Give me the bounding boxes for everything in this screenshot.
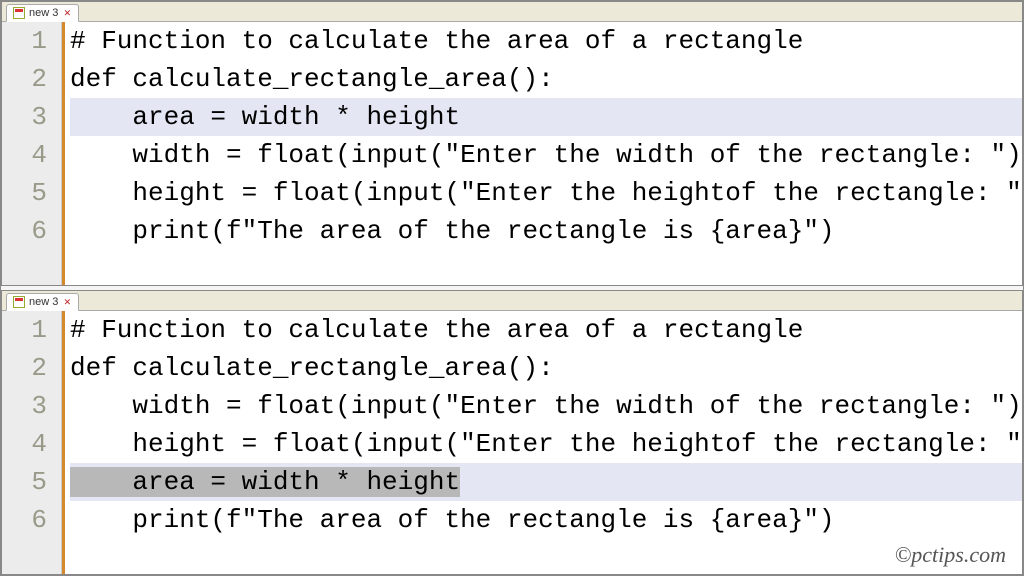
- code-line[interactable]: def calculate_rectangle_area():: [70, 349, 1022, 387]
- code-line[interactable]: # Function to calculate the area of a re…: [70, 311, 1022, 349]
- code-line[interactable]: width = float(input("Enter the width of …: [70, 387, 1022, 425]
- code-line[interactable]: print(f"The area of the rectangle is {ar…: [70, 501, 1022, 539]
- line-number-gutter: 123456: [2, 311, 62, 574]
- line-number-gutter: 123456: [2, 22, 62, 285]
- line-number: 4: [16, 425, 47, 463]
- editor-pane-bottom: new 3 ✕ 123456 # Function to calculate t…: [1, 290, 1023, 575]
- code-line[interactable]: area = width * height: [70, 463, 1022, 501]
- line-number: 3: [16, 387, 47, 425]
- line-number: 2: [16, 60, 47, 98]
- tab-label: new 3: [29, 7, 58, 19]
- line-number: 3: [16, 98, 47, 136]
- line-number: 2: [16, 349, 47, 387]
- line-number: 4: [16, 136, 47, 174]
- code-line[interactable]: area = width * height: [70, 98, 1022, 136]
- code-area[interactable]: # Function to calculate the area of a re…: [62, 311, 1022, 539]
- code-editor[interactable]: 123456 # Function to calculate the area …: [2, 22, 1022, 285]
- file-icon: [13, 7, 25, 19]
- line-number: 6: [16, 501, 47, 539]
- line-number: 5: [16, 174, 47, 212]
- line-number: 6: [16, 212, 47, 250]
- close-icon[interactable]: ✕: [62, 297, 72, 307]
- editor-pane-top: new 3 ✕ 123456 # Function to calculate t…: [1, 1, 1023, 286]
- file-tab[interactable]: new 3 ✕: [6, 4, 79, 22]
- tab-strip: new 3 ✕: [2, 291, 1022, 311]
- tab-strip: new 3 ✕: [2, 2, 1022, 22]
- code-line[interactable]: height = float(input("Enter the heightof…: [70, 174, 1022, 212]
- code-line[interactable]: width = float(input("Enter the width of …: [70, 136, 1022, 174]
- selection: area = width * height: [70, 467, 460, 497]
- tab-label: new 3: [29, 296, 58, 308]
- file-tab[interactable]: new 3 ✕: [6, 293, 79, 311]
- file-icon: [13, 296, 25, 308]
- close-icon[interactable]: ✕: [62, 8, 72, 18]
- code-editor[interactable]: 123456 # Function to calculate the area …: [2, 311, 1022, 574]
- code-line[interactable]: # Function to calculate the area of a re…: [70, 22, 1022, 60]
- code-line[interactable]: height = float(input("Enter the heightof…: [70, 425, 1022, 463]
- code-line[interactable]: def calculate_rectangle_area():: [70, 60, 1022, 98]
- line-number: 1: [16, 311, 47, 349]
- code-line[interactable]: print(f"The area of the rectangle is {ar…: [70, 212, 1022, 250]
- code-area[interactable]: # Function to calculate the area of a re…: [62, 22, 1022, 250]
- line-number: 1: [16, 22, 47, 60]
- watermark: ©pctips.com: [895, 542, 1006, 568]
- line-number: 5: [16, 463, 47, 501]
